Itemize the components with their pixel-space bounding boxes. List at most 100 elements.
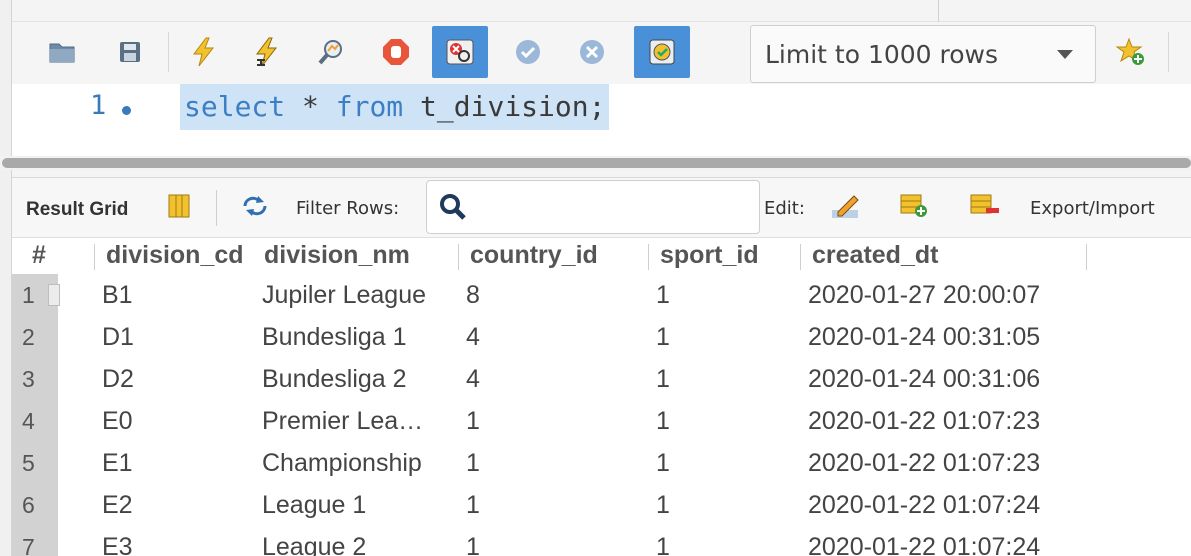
column-divider[interactable] xyxy=(1086,244,1087,270)
cell-created-dt[interactable]: 2020-01-22 01:07:24 xyxy=(808,526,1040,556)
column-header-created-dt[interactable]: created_dt xyxy=(812,238,1082,274)
cell-sport-id[interactable]: 1 xyxy=(656,526,670,556)
cell-created-dt[interactable]: 2020-01-22 01:07:24 xyxy=(808,484,1040,526)
rollback-button[interactable] xyxy=(564,26,620,78)
cell-division-nm[interactable]: Jupiler League xyxy=(262,274,458,316)
tab-strip xyxy=(12,0,1191,22)
cell-division-nm[interactable]: Bundesliga 2 xyxy=(262,358,458,400)
edit-label: Edit: xyxy=(764,198,805,219)
cell-division-cd[interactable]: E3 xyxy=(102,526,133,556)
row-number[interactable]: 6 xyxy=(12,484,58,526)
cell-sport-id[interactable]: 1 xyxy=(656,274,670,316)
editor-horizontal-scrollbar[interactable] xyxy=(0,156,1191,170)
cell-sport-id[interactable]: 1 xyxy=(656,400,670,442)
search-icon xyxy=(439,193,467,226)
cell-sport-id[interactable]: 1 xyxy=(656,316,670,358)
cell-division-cd[interactable]: E1 xyxy=(102,442,133,484)
cell-division-nm[interactable]: League 2 xyxy=(262,526,458,556)
table-row[interactable]: 4 E0 Premier Lea… 1 1 2020-01-22 01:07:2… xyxy=(12,400,1191,442)
open-file-button[interactable] xyxy=(34,26,90,78)
grid-layout-icon[interactable] xyxy=(168,194,190,223)
toolbar-separator xyxy=(216,190,217,226)
cell-country-id[interactable]: 1 xyxy=(466,484,480,526)
cell-country-id[interactable]: 1 xyxy=(466,526,480,556)
cell-created-dt[interactable]: 2020-01-22 01:07:23 xyxy=(808,442,1040,484)
limit-rows-select[interactable]: Limit to 1000 rows xyxy=(750,25,1096,83)
commit-button[interactable] xyxy=(500,26,556,78)
column-divider[interactable] xyxy=(94,244,95,270)
table-row[interactable]: 6 E2 League 1 1 1 2020-01-22 01:07:24 xyxy=(12,484,1191,526)
cell-country-id[interactable]: 4 xyxy=(466,358,480,400)
export-import-label[interactable]: Export/Import xyxy=(1030,198,1155,219)
refresh-icon[interactable] xyxy=(242,195,268,222)
filter-rows-label: Filter Rows: xyxy=(296,198,400,219)
table-row[interactable]: 1 B1 Jupiler League 8 1 2020-01-27 20:00… xyxy=(12,274,1191,316)
cell-division-cd[interactable]: D1 xyxy=(102,316,134,358)
autocommit-button[interactable] xyxy=(634,26,690,78)
sql-keyword: select xyxy=(184,90,286,123)
floppy-disk-icon xyxy=(120,42,140,62)
column-divider[interactable] xyxy=(458,244,459,270)
cell-division-nm[interactable]: Bundesliga 1 xyxy=(262,316,458,358)
cell-sport-id[interactable]: 1 xyxy=(656,484,670,526)
table-row[interactable]: 5 E1 Championship 1 1 2020-01-22 01:07:2… xyxy=(12,442,1191,484)
cell-country-id[interactable]: 4 xyxy=(466,316,480,358)
add-snippet-button[interactable] xyxy=(1106,26,1156,78)
cell-created-dt[interactable]: 2020-01-24 00:31:06 xyxy=(808,358,1040,400)
table-row[interactable]: 7 E3 League 2 1 1 2020-01-22 01:07:24 xyxy=(12,526,1191,556)
row-cursor-icon xyxy=(48,284,60,306)
column-header-sport-id[interactable]: sport_id xyxy=(660,238,800,274)
column-header-division-nm[interactable]: division_nm xyxy=(264,238,452,274)
panel-splitter[interactable] xyxy=(12,170,1191,178)
autocommit-icon xyxy=(649,39,675,65)
add-row-icon[interactable] xyxy=(900,192,928,223)
explain-button[interactable] xyxy=(304,26,360,78)
column-divider[interactable] xyxy=(800,244,801,270)
stop-hand-icon xyxy=(383,39,409,65)
row-number[interactable]: 3 xyxy=(12,358,58,400)
cell-division-nm[interactable]: Premier Lea… xyxy=(262,400,458,442)
edit-cell-icon[interactable] xyxy=(830,192,860,225)
sql-query-text[interactable]: select * from t_division; xyxy=(180,84,610,130)
save-button[interactable] xyxy=(102,26,158,78)
execute-current-button[interactable] xyxy=(240,26,296,78)
row-number[interactable]: 2 xyxy=(12,316,58,358)
cell-division-cd[interactable]: B1 xyxy=(102,274,133,316)
stop-button[interactable] xyxy=(368,26,424,78)
scrollbar-thumb[interactable] xyxy=(2,158,1191,168)
cell-created-dt[interactable]: 2020-01-22 01:07:23 xyxy=(808,400,1040,442)
result-grid-tab[interactable]: Result Grid xyxy=(26,199,128,221)
execute-button[interactable] xyxy=(176,26,232,78)
result-toolbar: Result Grid Filter Rows: Edit: Export/Im… xyxy=(12,178,1191,238)
row-number[interactable]: 4 xyxy=(12,400,58,442)
row-number[interactable]: 5 xyxy=(12,442,58,484)
cell-division-cd[interactable]: E0 xyxy=(102,400,133,442)
error-toggle-button[interactable] xyxy=(432,26,488,78)
sql-keyword: from xyxy=(335,90,404,123)
table-row[interactable]: 2 D1 Bundesliga 1 4 1 2020-01-24 00:31:0… xyxy=(12,316,1191,358)
cell-country-id[interactable]: 8 xyxy=(466,274,480,316)
table-row[interactable]: 3 D2 Bundesliga 2 4 1 2020-01-24 00:31:0… xyxy=(12,358,1191,400)
cell-division-cd[interactable]: D2 xyxy=(102,358,134,400)
cell-sport-id[interactable]: 1 xyxy=(656,358,670,400)
cell-division-nm[interactable]: League 1 xyxy=(262,484,458,526)
filter-rows-input[interactable] xyxy=(426,180,760,234)
cell-country-id[interactable]: 1 xyxy=(466,442,480,484)
grid-header: # division_cd division_nm country_id spo… xyxy=(12,238,1191,274)
column-header-division-cd[interactable]: division_cd xyxy=(106,238,264,274)
cell-division-cd[interactable]: E2 xyxy=(102,484,133,526)
cell-country-id[interactable]: 1 xyxy=(466,400,480,442)
cell-division-nm[interactable]: Championship xyxy=(262,442,458,484)
row-number[interactable]: 7 xyxy=(12,526,58,556)
cell-sport-id[interactable]: 1 xyxy=(656,442,670,484)
toolbar-separator xyxy=(168,32,169,72)
x-circle-icon xyxy=(580,40,604,64)
cell-created-dt[interactable]: 2020-01-24 00:31:05 xyxy=(808,316,1040,358)
column-header-country-id[interactable]: country_id xyxy=(470,238,646,274)
delete-row-icon[interactable] xyxy=(970,192,1000,223)
cell-created-dt[interactable]: 2020-01-27 20:00:07 xyxy=(808,274,1040,316)
sql-editor[interactable]: 1 select * from t_division; xyxy=(12,84,1191,156)
limit-rows-value: Limit to 1000 rows xyxy=(765,39,999,69)
column-divider[interactable] xyxy=(648,244,649,270)
lightning-icon xyxy=(193,37,215,67)
